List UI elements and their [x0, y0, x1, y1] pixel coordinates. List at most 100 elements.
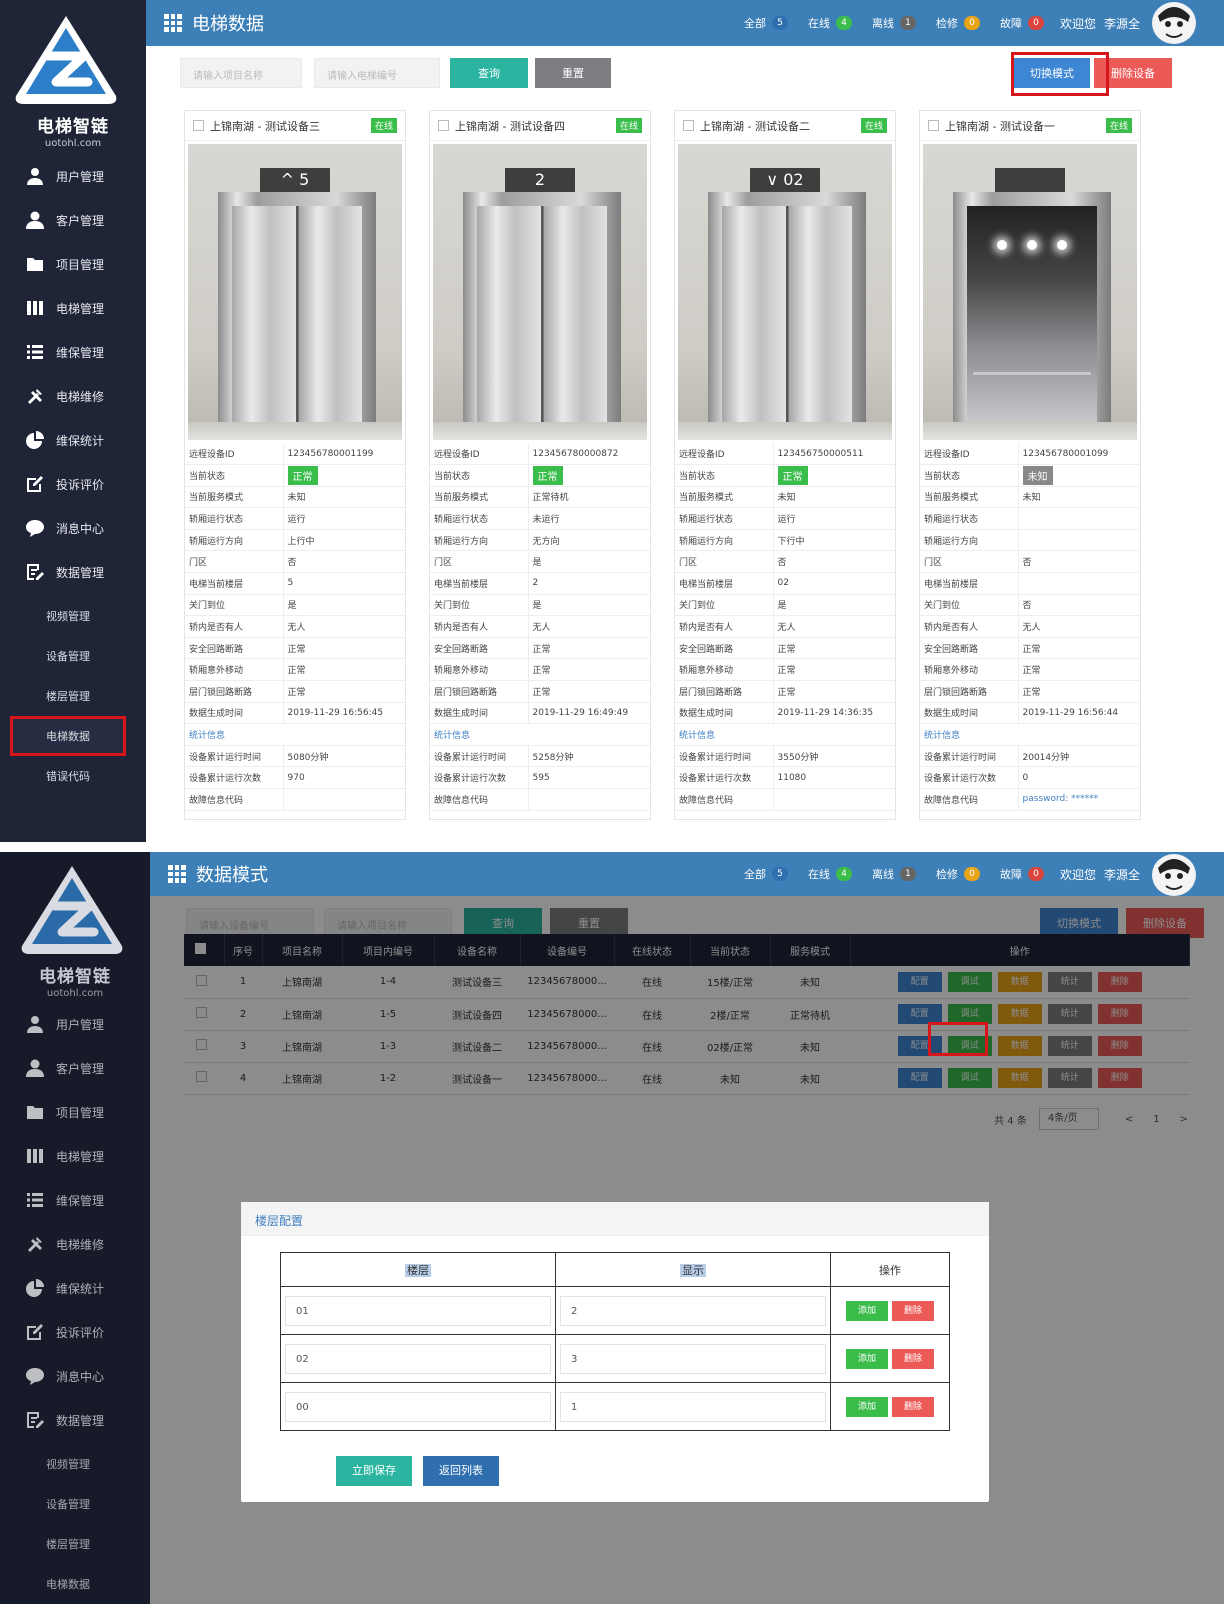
sidebar-item-complaints[interactable]: 投诉评价: [0, 462, 146, 506]
delete-floor-button[interactable]: 删除: [892, 1348, 934, 1369]
stat-fault[interactable]: 故障 0: [1000, 15, 1044, 31]
info-label: 故障信息代码: [185, 788, 284, 811]
stat-online[interactable]: 在线 4: [808, 866, 852, 882]
sidebar-item-statistics[interactable]: 维保统计: [0, 418, 146, 462]
info-row: 当前状态 未知: [920, 464, 1140, 487]
sidebar-item-elevators[interactable]: 电梯管理: [0, 286, 146, 330]
sidebar-item-users[interactable]: 用户管理: [0, 1002, 150, 1046]
sidebar-item-customers[interactable]: 客户管理: [0, 198, 146, 242]
stat-all[interactable]: 全部 5: [744, 15, 788, 31]
sidebar-item-error-codes[interactable]: 错误代码: [10, 756, 126, 796]
info-row: 关门到位否: [920, 594, 1140, 617]
display-cell: 3: [555, 1334, 831, 1383]
info-label: 关门到位: [430, 594, 529, 617]
display-input[interactable]: 3: [560, 1343, 826, 1374]
online-badge: 在线: [615, 118, 642, 133]
back-to-list-button[interactable]: 返回列表: [423, 1456, 499, 1486]
sidebar-item-data[interactable]: 数据管理: [0, 550, 146, 594]
delete-floor-button[interactable]: 删除: [892, 1396, 934, 1417]
info-row: 远程设备ID 123456780001199: [185, 443, 405, 466]
sidebar-item-statistics[interactable]: 维保统计: [0, 1266, 150, 1310]
sidebar-item-users[interactable]: 用户管理: [0, 154, 146, 198]
add-floor-button[interactable]: 添加: [846, 1348, 888, 1369]
delete-floor-button[interactable]: 删除: [892, 1300, 934, 1321]
avatar[interactable]: [1152, 854, 1196, 896]
info-row: 当前状态 正常: [185, 464, 405, 487]
floor-input[interactable]: 00: [285, 1391, 551, 1422]
sidebar-item-elevator-data[interactable]: 电梯数据: [10, 1564, 126, 1604]
info-table: 远程设备ID 123456780000872 当前状态 正常 当前服务模式 正常待机 轿厢运…: [430, 443, 650, 811]
sidebar-item-label: 电梯管理: [56, 301, 105, 316]
add-floor-button[interactable]: 添加: [846, 1300, 888, 1321]
save-button[interactable]: 立即保存: [336, 1456, 412, 1486]
card-checkbox[interactable]: [193, 120, 204, 131]
floor-table-header: 楼层 显示 操作: [280, 1252, 950, 1287]
info-row: 安全回路断路 正常: [675, 637, 895, 660]
welcome-text: 欢迎您: [1059, 867, 1096, 882]
sidebar-item-video[interactable]: 视频管理: [10, 1444, 126, 1484]
info-value: 否: [1018, 594, 1140, 617]
sidebar-item-messages[interactable]: 消息中心: [0, 1354, 150, 1398]
sidebar-item-floors[interactable]: 楼层管理: [10, 1524, 126, 1564]
avatar-face-icon: [1154, 855, 1194, 895]
stat-repair[interactable]: 检修 0: [936, 866, 980, 882]
avatar[interactable]: [1152, 2, 1196, 44]
elevator-code-input[interactable]: 请输入电梯编号: [314, 58, 440, 88]
card-checkbox[interactable]: [928, 120, 939, 131]
stat-offline[interactable]: 离线 1: [872, 866, 916, 882]
card-checkbox[interactable]: [438, 120, 449, 131]
card-checkbox[interactable]: [683, 120, 694, 131]
project-name-input[interactable]: 请输入项目名称: [180, 58, 302, 88]
user-name[interactable]: 李源全: [1104, 15, 1140, 32]
display-input[interactable]: 2: [560, 1295, 826, 1326]
stat-all[interactable]: 全部 5: [744, 866, 788, 882]
floor-input[interactable]: 02: [285, 1343, 551, 1374]
stat-offline[interactable]: 离线 1: [872, 15, 916, 31]
modal-title: 楼层配置: [241, 1202, 989, 1236]
info-label: 设备累计运行次数: [430, 766, 529, 789]
fault-code-link[interactable]: password: ******: [1023, 794, 1099, 804]
stat-repair[interactable]: 检修 0: [936, 15, 980, 31]
sidebar-item-floors[interactable]: 楼层管理: [10, 676, 126, 716]
add-floor-button[interactable]: 添加: [846, 1396, 888, 1417]
sidebar-item-elevator-data[interactable]: 电梯数据: [10, 716, 126, 756]
display-input[interactable]: 1: [560, 1391, 826, 1422]
sidebar-item-customers[interactable]: 客户管理: [0, 1046, 150, 1090]
sidebar-item-projects[interactable]: 项目管理: [0, 242, 146, 286]
grid-menu-icon[interactable]: [168, 865, 186, 883]
info-value: 正常: [773, 637, 895, 660]
user-name[interactable]: 李源全: [1104, 866, 1140, 883]
info-label: 层门锁回路断路: [920, 680, 1019, 703]
stat-fault[interactable]: 故障 0: [1000, 866, 1044, 882]
sidebar-item-projects[interactable]: 项目管理: [0, 1090, 150, 1134]
sidebar-item-devices[interactable]: 设备管理: [10, 1484, 126, 1524]
sidebar-item-video[interactable]: 视频管理: [10, 596, 126, 636]
sidebar-item-messages[interactable]: 消息中心: [0, 506, 146, 550]
sidebar-item-data[interactable]: 数据管理: [0, 1398, 150, 1442]
sidebar-item-devices[interactable]: 设备管理: [10, 636, 126, 676]
info-row: 轿厢运行状态 未运行: [430, 507, 650, 530]
sidebar-item-repairs[interactable]: 电梯维修: [0, 1222, 150, 1266]
col-header-op: 操作: [830, 1252, 950, 1287]
sidebar-item-repairs[interactable]: 电梯维修: [0, 374, 146, 418]
info-label: 轿内是否有人: [430, 615, 529, 638]
stat-label: 故障: [999, 17, 1022, 30]
stat-online[interactable]: 在线 4: [808, 15, 852, 31]
info-value: 595: [528, 766, 650, 789]
sidebar-item-complaints[interactable]: 投诉评价: [0, 1310, 150, 1354]
col-header-floor: 楼层: [280, 1252, 556, 1287]
info-value: 未知: [773, 486, 895, 509]
grid-menu-icon[interactable]: [164, 14, 182, 32]
count-badge: 1: [899, 16, 916, 30]
query-button[interactable]: 查询: [450, 58, 528, 88]
sidebar-item-elevators[interactable]: 电梯管理: [0, 1134, 150, 1178]
sidebar-item-maintenance[interactable]: 维保管理: [0, 330, 146, 374]
sidebar-item-maintenance[interactable]: 维保管理: [0, 1178, 150, 1222]
info-row: 门区否: [185, 550, 405, 574]
info-label: 轿厢运行状态: [430, 507, 529, 530]
sidebar-subnav: 视频管理 设备管理 楼层管理 电梯数据 错误代码: [0, 596, 146, 796]
reset-button[interactable]: 重置: [535, 58, 611, 88]
floor-input[interactable]: 01: [285, 1295, 551, 1326]
sidebar-item-label: 投诉评价: [56, 477, 105, 492]
info-value: 无人: [283, 615, 405, 638]
